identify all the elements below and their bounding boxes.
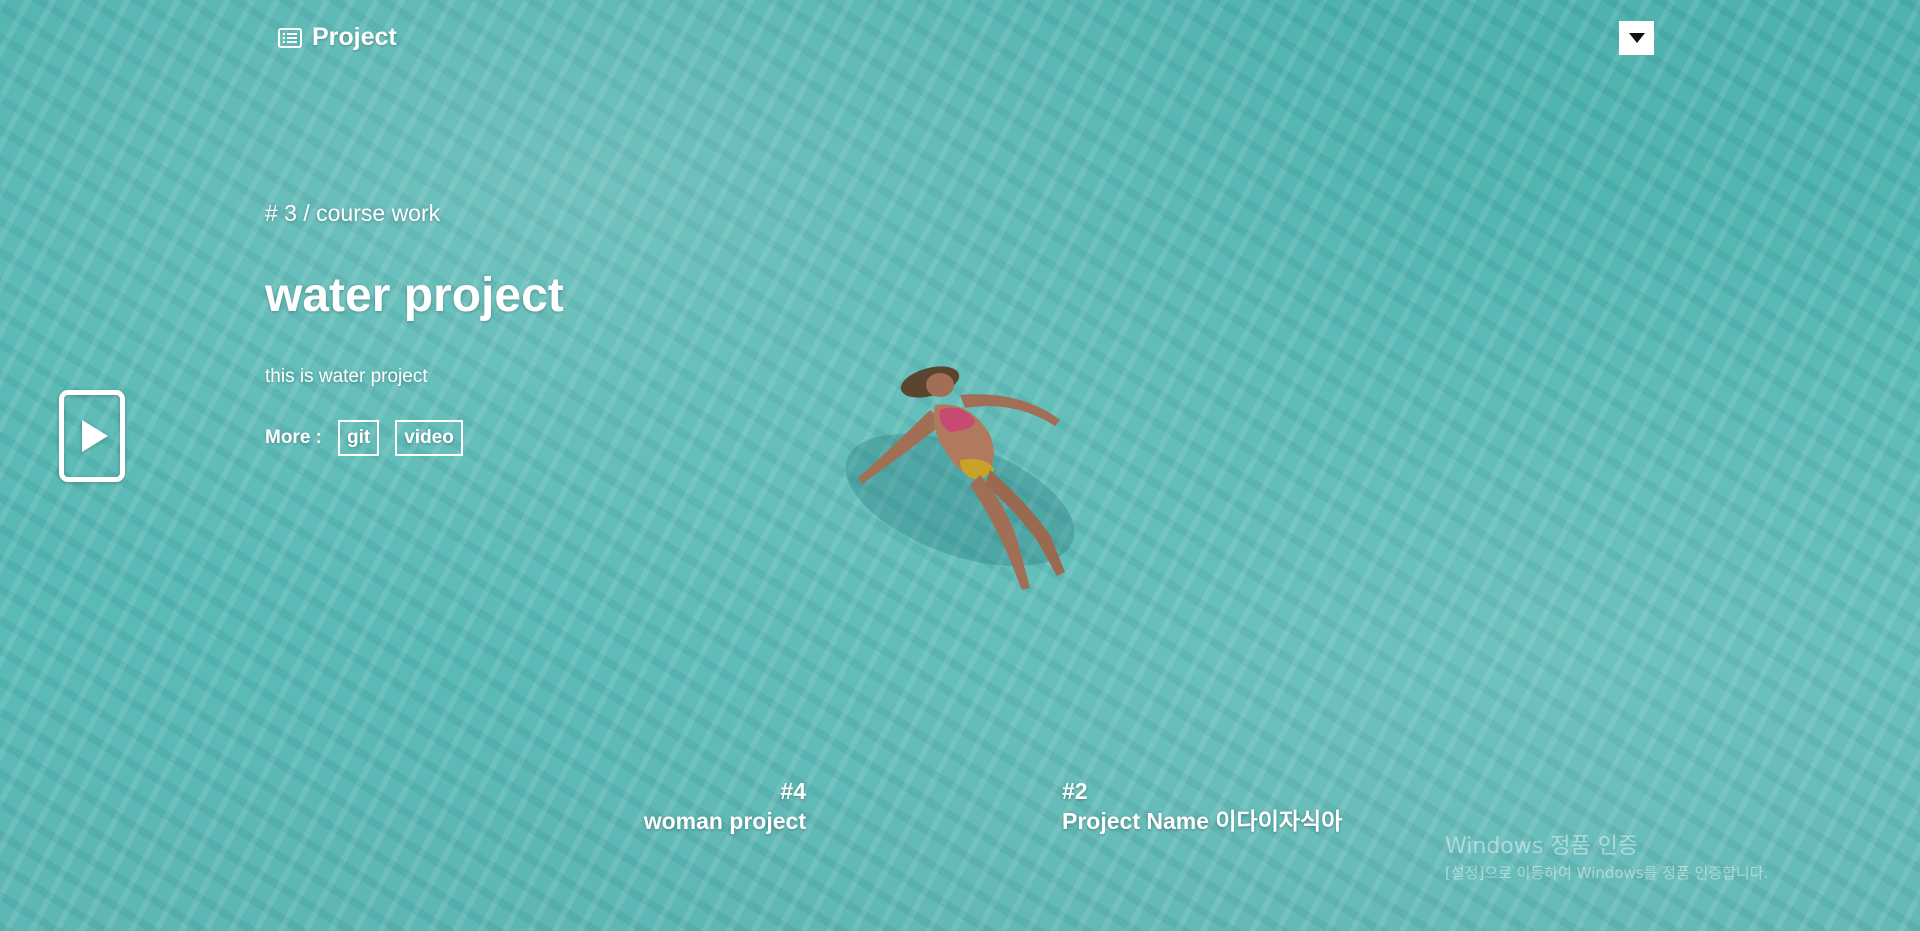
- slide-description: this is water project: [265, 366, 428, 387]
- watermark-title: Windows 정품 인증: [1445, 834, 1639, 859]
- slide-content: # 3 / course work water project this is …: [265, 196, 564, 456]
- play-icon: [82, 420, 108, 452]
- watermark-subtitle: [설정]으로 이동하여 Windows를 정품 인증합니다.: [1445, 864, 1769, 882]
- next-slide-number: #2: [1062, 778, 1088, 804]
- slide-title: water project: [265, 269, 564, 322]
- more-links: More : git video: [265, 420, 564, 456]
- project-menu-button[interactable]: Project: [278, 23, 397, 52]
- prev-slide-button[interactable]: #4 woman project: [560, 776, 806, 836]
- more-label: More :: [265, 427, 322, 448]
- play-button[interactable]: [59, 390, 125, 482]
- prev-slide-number: #4: [780, 778, 806, 804]
- windows-activation-watermark: Windows 정품 인증 [설정]으로 이동하여 Windows를 정품 인증…: [1445, 832, 1768, 884]
- caret-down-icon: [1628, 33, 1645, 43]
- water-background: [0, 0, 1920, 931]
- next-slide-button[interactable]: #2 Project Name 이다이자식아: [1062, 776, 1342, 836]
- menu-toggle-button[interactable]: [1619, 21, 1654, 55]
- list-icon: [278, 27, 302, 48]
- git-link-button[interactable]: git: [338, 420, 380, 456]
- header-title: Project: [312, 23, 397, 51]
- prev-slide-name: woman project: [643, 808, 806, 834]
- swimmer-image: [845, 366, 1075, 590]
- slide-number-category: # 3 / course work: [265, 200, 441, 226]
- video-link-button[interactable]: video: [395, 420, 463, 456]
- next-slide-name: Project Name 이다이자식아: [1062, 808, 1343, 834]
